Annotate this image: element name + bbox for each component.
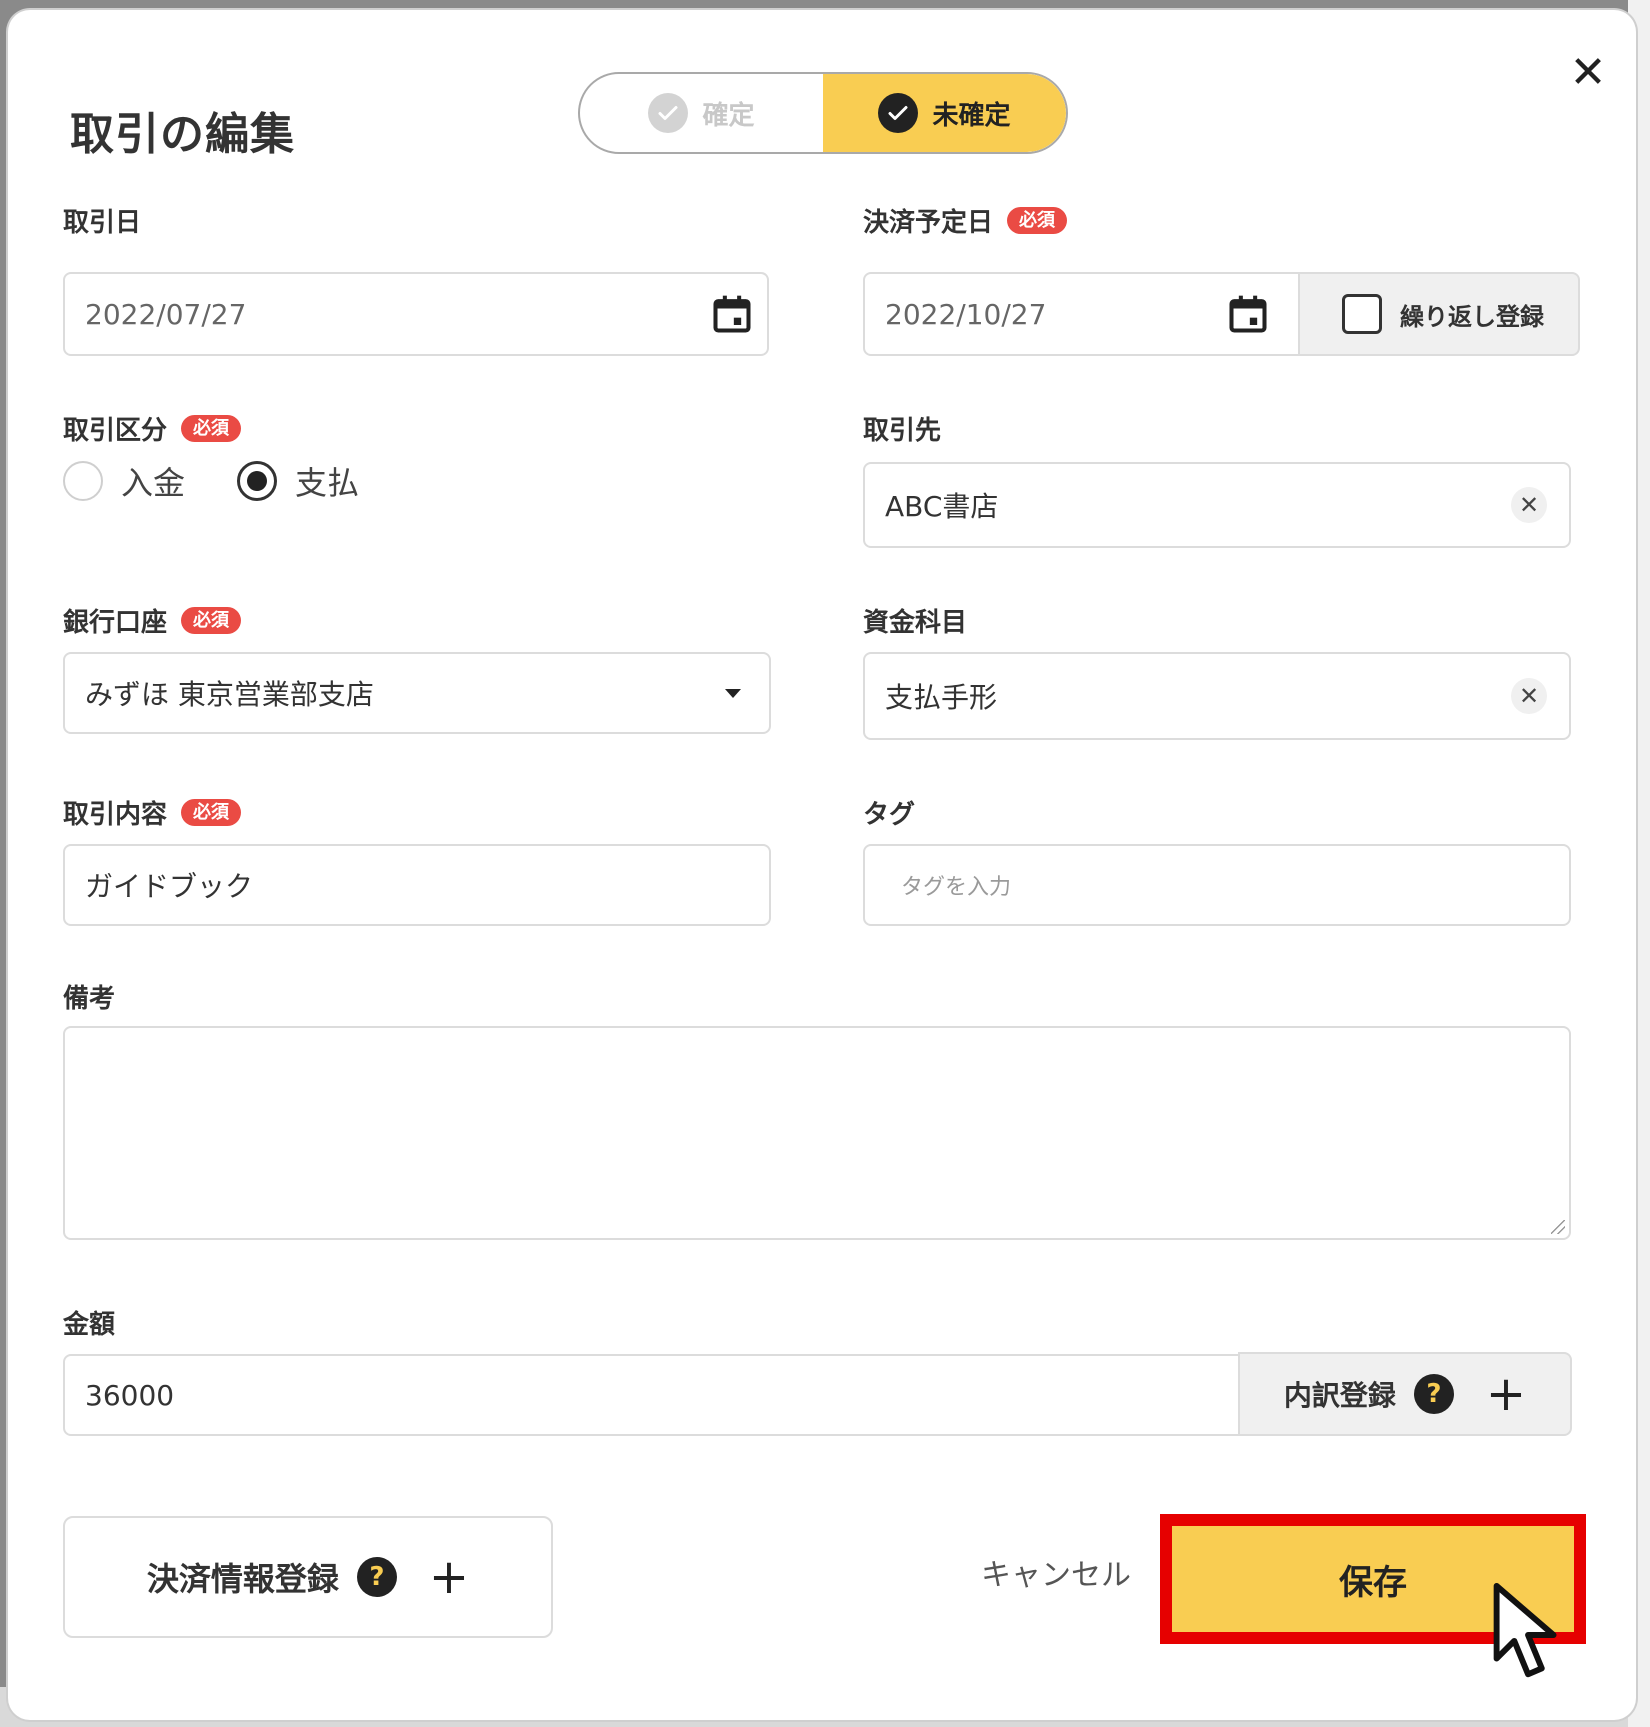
field-label-text: 決済予定日	[863, 208, 994, 238]
transaction-date-value: 2022/07/27	[85, 297, 247, 331]
partner-field[interactable]: ABC書店	[863, 462, 1571, 548]
settlement-date-label: 決済予定日 必須	[863, 202, 1068, 239]
memo-label: 備考	[63, 978, 115, 1015]
status-option-unconfirmed[interactable]: 未確定	[823, 74, 1066, 152]
mouse-pointer-icon	[1493, 1582, 1557, 1678]
amount-label: 金額	[63, 1304, 115, 1341]
dialog-title: 取引の編集	[70, 109, 295, 160]
check-icon	[648, 93, 689, 133]
bank-account-select[interactable]: みずほ 東京営業部支店	[63, 652, 771, 734]
status-toggle: 確定 未確定	[578, 72, 1068, 154]
resize-handle-icon[interactable]	[1551, 1220, 1565, 1234]
repeat-checkbox[interactable]	[1342, 294, 1382, 334]
field-label-text: 資金科目	[863, 608, 968, 638]
status-option-label: 未確定	[932, 100, 1011, 131]
help-icon[interactable]: ?	[356, 1557, 397, 1597]
fund-category-label: 資金科目	[863, 602, 967, 639]
clear-icon[interactable]: ✕	[1511, 487, 1547, 523]
transaction-date-field[interactable]: 2022/07/27	[63, 272, 769, 356]
field-label-text: 銀行口座	[63, 608, 168, 638]
calendar-icon[interactable]	[710, 292, 754, 336]
check-icon	[878, 93, 919, 133]
field-label-text: 取引先	[863, 416, 942, 446]
transaction-type-radio-group: 入金 支払	[63, 458, 359, 504]
plus-icon: +	[428, 1549, 470, 1605]
field-label-text: 取引日	[63, 208, 142, 238]
field-label-text: 取引区分	[63, 416, 168, 446]
fund-category-field[interactable]: 支払手形	[863, 652, 1571, 740]
field-label-text: タグ	[863, 800, 916, 830]
radio-income-label: 入金	[121, 464, 186, 502]
repeat-registration-toggle[interactable]: 繰り返し登録	[1300, 272, 1580, 356]
breakdown-label: 内訳登録	[1283, 1379, 1396, 1412]
description-label: 取引内容 必須	[63, 794, 242, 831]
required-badge: 必須	[181, 606, 242, 635]
radio-payment[interactable]	[237, 461, 278, 501]
required-badge: 必須	[1007, 206, 1068, 235]
description-value: ガイドブック	[85, 870, 254, 903]
calendar-icon[interactable]	[1226, 292, 1270, 336]
amount-field[interactable]: 36000	[63, 1354, 1249, 1436]
settlement-date-value: 2022/10/27	[885, 297, 1047, 331]
close-button[interactable]: ✕	[1563, 48, 1613, 98]
required-badge: 必須	[181, 414, 242, 443]
settlement-info-button[interactable]: 決済情報登録 ? +	[63, 1516, 553, 1638]
help-icon[interactable]: ?	[1413, 1374, 1454, 1414]
edit-transaction-dialog: ✕ 取引の編集 確定 未確定 取引日 2022/07/27 決済予定日 必須 2…	[8, 10, 1636, 1720]
save-label: 保存	[1339, 1562, 1407, 1603]
partner-label: 取引先	[863, 410, 941, 447]
field-label-text: 備考	[63, 984, 116, 1014]
tags-input[interactable]: タグを入力	[863, 844, 1571, 926]
status-option-label: 確定	[702, 100, 755, 131]
radio-income[interactable]	[63, 461, 103, 501]
transaction-type-label: 取引区分 必須	[63, 410, 242, 447]
transaction-date-label: 取引日	[63, 202, 141, 239]
bank-account-value: みずほ 東京営業部支店	[85, 678, 374, 711]
status-option-confirmed[interactable]: 確定	[580, 74, 823, 152]
breakdown-register-button[interactable]: 内訳登録 ? +	[1238, 1352, 1572, 1436]
settlement-info-label: 決済情報登録	[146, 1560, 339, 1598]
chevron-down-icon[interactable]	[725, 689, 741, 698]
fund-category-value: 支払手形	[885, 681, 998, 714]
description-field[interactable]: ガイドブック	[63, 844, 771, 926]
radio-payment-label: 支払	[295, 464, 360, 502]
field-label-text: 取引内容	[63, 800, 168, 830]
tags-label: タグ	[863, 794, 915, 831]
amount-value: 36000	[85, 1378, 175, 1412]
memo-textarea[interactable]	[63, 1026, 1571, 1240]
clear-icon[interactable]: ✕	[1511, 678, 1547, 714]
plus-icon: +	[1485, 1366, 1527, 1422]
field-label-text: 金額	[63, 1310, 116, 1340]
tags-placeholder: タグを入力	[901, 875, 1012, 900]
cancel-button[interactable]: キャンセル	[956, 1546, 1156, 1606]
required-badge: 必須	[181, 798, 242, 827]
partner-value: ABC書店	[885, 490, 999, 523]
bank-account-label: 銀行口座 必須	[63, 602, 242, 639]
repeat-label: 繰り返し登録	[1400, 302, 1544, 331]
